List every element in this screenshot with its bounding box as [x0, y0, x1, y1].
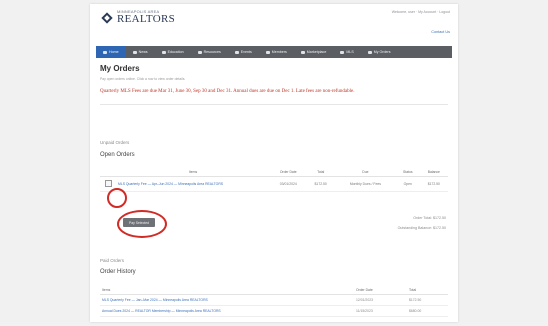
nav-marketplace[interactable]: Marketplace — [294, 46, 334, 58]
nav-resources[interactable]: Resources — [191, 46, 228, 58]
calendar-icon — [234, 50, 239, 54]
order-items-link[interactable]: MLS Quarterly Fee — Apr–Jun 2024 — Minne… — [116, 176, 270, 192]
history-items-link[interactable]: Annual Dues 2024 — REALTOR Membership — … — [100, 305, 354, 317]
history-total: $680.00 — [406, 305, 448, 317]
members-icon — [265, 50, 270, 54]
open-orders-table: Items Order Date Total Due Status Balanc… — [100, 168, 448, 192]
table-header-row: Items Order Date Total — [100, 286, 448, 295]
browser-page: MINNEAPOLIS AREA REALTORS Welcome, user … — [90, 4, 458, 322]
column-header: Due — [334, 168, 396, 177]
site-header: MINNEAPOLIS AREA REALTORS Welcome, user … — [90, 4, 458, 44]
nav-mls[interactable]: MLS — [333, 46, 360, 58]
order-total: $172.50 — [306, 176, 335, 192]
nav-events[interactable]: Events — [228, 46, 259, 58]
home-icon — [103, 50, 107, 54]
nav-education[interactable]: Education — [155, 46, 191, 58]
column-header: Status — [395, 168, 420, 177]
education-icon — [161, 50, 166, 54]
news-icon — [132, 50, 137, 54]
page-title: My Orders — [100, 64, 140, 73]
nav-label: Marketplace — [306, 50, 327, 54]
main-content: My Orders Pay open orders online. Click … — [100, 64, 448, 105]
page-helper-text: Pay open orders online. Click a row to v… — [100, 77, 186, 81]
mls-icon — [340, 50, 345, 54]
nav-label: Education — [167, 50, 184, 54]
column-header: Total — [406, 286, 448, 295]
realtors-diamond-icon — [100, 11, 114, 25]
nav-label: Resources — [203, 50, 221, 54]
nav-label: MLS — [346, 50, 354, 54]
unpaid-section-label: Unpaid Orders — [100, 140, 130, 145]
order-history-table: Items Order Date Total MLS Quarterly Fee… — [100, 286, 448, 317]
nav-home[interactable]: Home — [96, 46, 126, 58]
nav-label: Home — [109, 50, 119, 54]
table-row[interactable]: MLS Quarterly Fee — Apr–Jun 2024 — Minne… — [100, 176, 448, 192]
order-select-checkbox[interactable] — [104, 180, 112, 187]
pay-button-highlight-circle — [117, 210, 167, 238]
order-total-summary: Order Total: $172.50 — [413, 216, 446, 220]
order-due: Monthly Dues / Fees — [334, 176, 396, 192]
checkbox-highlight-circle — [107, 188, 127, 208]
cart-icon — [300, 50, 305, 54]
order-status: Open — [395, 176, 420, 192]
site-logo[interactable]: MINNEAPOLIS AREA REALTORS — [100, 10, 175, 25]
paid-section-label: Paid Orders — [100, 258, 125, 263]
column-header: Total — [306, 168, 335, 177]
balance-summary: Outstanding Balance: $172.50 — [397, 226, 446, 230]
nav-news[interactable]: News — [126, 46, 155, 58]
table-header-row: Items Order Date Total Due Status Balanc… — [100, 168, 448, 177]
select-column — [100, 168, 116, 177]
order-date: 03/01/2024 — [270, 176, 307, 192]
column-header: Order Date — [270, 168, 307, 177]
fees-notice: Quarterly MLS Fees are due Mar 31, June … — [100, 89, 355, 94]
user-links[interactable]: Welcome, user · My Account · Logout — [392, 10, 450, 14]
nav-label: Events — [240, 50, 252, 54]
table-row[interactable]: Annual Dues 2024 — REALTOR Membership — … — [100, 305, 448, 317]
column-header: Balance — [419, 168, 448, 177]
history-date: 11/15/2023 — [354, 305, 407, 317]
contact-link[interactable]: Contact Us — [431, 30, 450, 34]
nav-label: Members — [271, 50, 287, 54]
order-history-heading: Order History — [100, 269, 136, 275]
history-total: $172.50 — [406, 294, 448, 306]
nav-label: My Orders — [373, 50, 391, 54]
orders-icon — [367, 50, 372, 54]
nav-my-orders[interactable]: My Orders — [361, 46, 398, 58]
logo-title: REALTORS — [117, 13, 176, 25]
divider — [100, 103, 448, 105]
nav-label: News — [138, 50, 148, 54]
resources-icon — [197, 50, 202, 54]
nav-members[interactable]: Members — [259, 46, 294, 58]
column-header: Items — [100, 286, 354, 295]
column-header: Order Date — [354, 286, 407, 295]
column-header: Items — [116, 168, 270, 177]
table-row[interactable]: MLS Quarterly Fee — Jan–Mar 2024 — Minne… — [100, 294, 448, 306]
history-date: 12/01/2023 — [354, 294, 407, 306]
history-items-link[interactable]: MLS Quarterly Fee — Jan–Mar 2024 — Minne… — [100, 294, 354, 306]
open-orders-heading: Open Orders — [100, 152, 135, 158]
main-nav: Home News Education Resources Events Mem… — [96, 46, 452, 58]
order-balance: $172.50 — [419, 176, 448, 192]
